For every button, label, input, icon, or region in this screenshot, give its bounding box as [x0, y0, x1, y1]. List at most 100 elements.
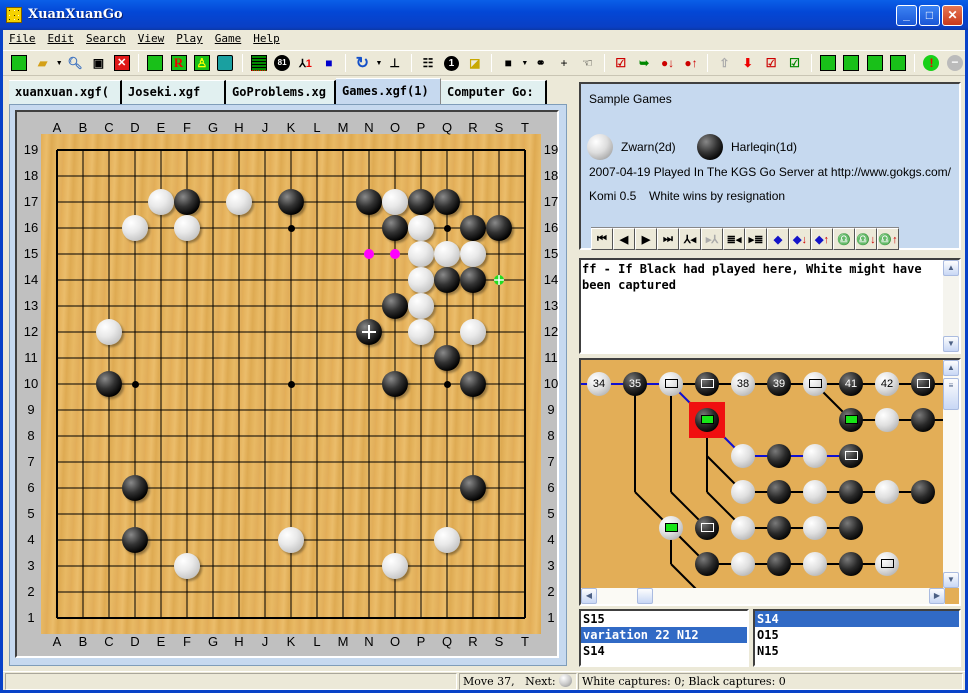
- play-mode-button[interactable]: ♙: [192, 53, 212, 74]
- black-stone[interactable]: [460, 371, 486, 397]
- review-button[interactable]: R: [168, 53, 188, 74]
- tree-scroll-down-icon[interactable]: ▼: [943, 572, 959, 588]
- variation-list[interactable]: S15 variation 22 N12 S14: [579, 609, 749, 667]
- tree-node[interactable]: [875, 552, 899, 576]
- menu-game[interactable]: Game: [209, 30, 248, 45]
- tree-node[interactable]: [695, 372, 719, 396]
- tree-node[interactable]: [911, 480, 935, 504]
- mark-up-button[interactable]: ●↑: [681, 53, 701, 74]
- comment-scrollbar[interactable]: ▲ ▼: [943, 260, 959, 352]
- board-view-button[interactable]: [145, 53, 165, 74]
- tree-node[interactable]: [767, 552, 791, 576]
- candidate-item[interactable]: N15: [755, 643, 959, 659]
- tab-games[interactable]: Games.xgf(1): [336, 78, 441, 104]
- tree-node[interactable]: [911, 408, 935, 432]
- tree-node[interactable]: 38: [731, 372, 755, 396]
- tree-node[interactable]: [695, 408, 719, 432]
- tree-node[interactable]: [767, 480, 791, 504]
- black-stone[interactable]: [460, 475, 486, 501]
- new-game-button[interactable]: [9, 53, 29, 74]
- black-stone[interactable]: [122, 475, 148, 501]
- candidate-mark[interactable]: [364, 249, 374, 259]
- white-stone[interactable]: [408, 319, 434, 345]
- candidate-item[interactable]: O15: [755, 627, 959, 643]
- panda-tool-button[interactable]: [888, 53, 908, 74]
- alert-button[interactable]: !: [921, 53, 941, 74]
- title-bar[interactable]: XuanXuanGo _ □ ✕: [0, 0, 968, 30]
- maximize-button[interactable]: □: [919, 5, 940, 26]
- check-list-button[interactable]: ☑: [784, 53, 804, 74]
- scroll-down-icon[interactable]: ▼: [943, 336, 959, 352]
- comment-box[interactable]: ff - If Black had played here, White mig…: [579, 258, 961, 354]
- last-move-button[interactable]: ⏭: [657, 228, 679, 250]
- white-stone[interactable]: [148, 189, 174, 215]
- tree-node[interactable]: [767, 444, 791, 468]
- tree-node[interactable]: [839, 516, 863, 540]
- tree-scroll-right-icon[interactable]: ▶: [929, 588, 945, 604]
- eraser-button[interactable]: ◪: [465, 53, 485, 74]
- display-button[interactable]: [215, 53, 235, 74]
- yellow-tool-button[interactable]: [841, 53, 861, 74]
- black-stone[interactable]: [434, 189, 460, 215]
- tree-node[interactable]: [659, 516, 683, 540]
- open-button[interactable]: ▰: [32, 53, 52, 74]
- white-stone[interactable]: [408, 267, 434, 293]
- next-variation-button[interactable]: ➥: [634, 53, 654, 74]
- variation-item[interactable]: S15: [581, 611, 747, 627]
- coordinates-button[interactable]: ⊥: [384, 53, 404, 74]
- white-stone[interactable]: [408, 293, 434, 319]
- down-button[interactable]: ⬇: [738, 53, 758, 74]
- tree-node[interactable]: 42: [875, 372, 899, 396]
- black-stone[interactable]: [434, 267, 460, 293]
- tree-node[interactable]: [695, 552, 719, 576]
- black-stone[interactable]: [382, 215, 408, 241]
- menu-file[interactable]: File: [3, 30, 42, 45]
- tree-node[interactable]: [803, 480, 827, 504]
- black-stone[interactable]: [96, 371, 122, 397]
- black-stone[interactable]: [356, 189, 382, 215]
- next-move-button[interactable]: ▶: [635, 228, 657, 250]
- menu-view[interactable]: View: [132, 30, 171, 45]
- tree-node[interactable]: [911, 372, 935, 396]
- white-stone[interactable]: [460, 319, 486, 345]
- stone-dropdown[interactable]: ▼: [521, 60, 528, 67]
- tree-scroll-thumb[interactable]: ≡: [943, 378, 959, 410]
- cross-button[interactable]: +: [554, 53, 574, 74]
- info-button[interactable]: 1: [441, 53, 461, 74]
- prev-move-button[interactable]: ◀: [613, 228, 635, 250]
- tab-joseki[interactable]: Joseki.xgf: [122, 80, 226, 104]
- close-file-button[interactable]: ✕: [112, 53, 132, 74]
- tree-node[interactable]: [875, 408, 899, 432]
- branch-forward-button[interactable]: ▸⅄: [701, 228, 723, 250]
- rotate-button[interactable]: ↻: [352, 53, 372, 74]
- white-stone[interactable]: [408, 241, 434, 267]
- search-up-button[interactable]: ♎↑: [877, 228, 899, 250]
- white-stone[interactable]: [434, 241, 460, 267]
- comment-text[interactable]: ff - If Black had played here, White mig…: [582, 261, 942, 293]
- black-stone[interactable]: [382, 293, 408, 319]
- menu-play[interactable]: Play: [170, 30, 209, 45]
- first-move-button[interactable]: ⏮: [591, 228, 613, 250]
- variation-item[interactable]: S14: [581, 643, 747, 659]
- tab-xuanxuan[interactable]: xuanxuan.xgf(: [9, 80, 122, 104]
- menu-search[interactable]: Search: [80, 30, 132, 45]
- variation-item[interactable]: variation 22 N12: [581, 627, 747, 643]
- prev-comment-button[interactable]: ≣◂: [723, 228, 745, 250]
- tree-node[interactable]: [803, 444, 827, 468]
- white-stone[interactable]: [96, 319, 122, 345]
- check-button[interactable]: ☑: [761, 53, 781, 74]
- tree-node[interactable]: 41: [839, 372, 863, 396]
- tree-node[interactable]: [839, 480, 863, 504]
- loop-tool-button[interactable]: [865, 53, 885, 74]
- black-stone[interactable]: [382, 371, 408, 397]
- next-comment-button[interactable]: ▸≣: [745, 228, 767, 250]
- connect-button[interactable]: ⚭: [530, 53, 550, 74]
- mark-button[interactable]: ◆: [767, 228, 789, 250]
- find-button[interactable]: 🔍︎: [65, 53, 85, 74]
- tree-node[interactable]: [659, 372, 683, 396]
- label-button[interactable]: ⅄1: [295, 53, 315, 74]
- search-down-button[interactable]: ♎↓: [855, 228, 877, 250]
- scroll-up-icon[interactable]: ▲: [943, 260, 959, 276]
- white-stone[interactable]: [122, 215, 148, 241]
- game-tree[interactable]: ▲ ≡ ▼ ◀ ▶ 34 35 38 39 41 42: [579, 358, 961, 606]
